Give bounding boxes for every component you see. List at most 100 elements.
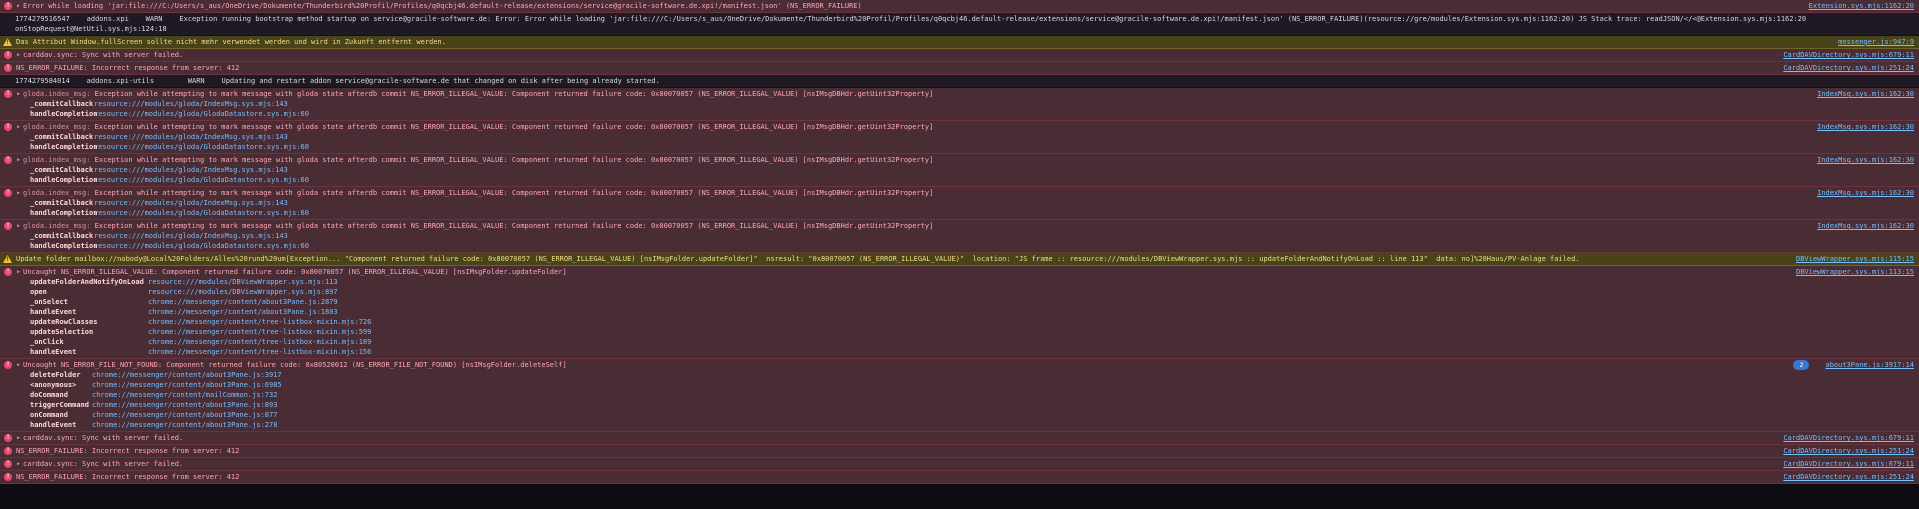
error-icon	[4, 473, 12, 481]
console-row-error[interactable]: gloda.index_msg: Exception while attempt…	[0, 121, 1919, 154]
source-link[interactable]: IndexMsg.sys.mjs:162:30	[1817, 155, 1914, 165]
stack-function: handleCompletion	[30, 209, 98, 217]
source-link[interactable]: IndexMsg.sys.mjs:162:30	[1817, 89, 1914, 99]
stack-source-link[interactable]: resource:///modules/gloda/GlodaDatastore…	[94, 241, 309, 251]
stack-source-link[interactable]: resource:///modules/gloda/GlodaDatastore…	[94, 208, 309, 218]
expand-arrow-icon[interactable]	[17, 122, 20, 132]
stack-function: doCommand	[30, 391, 68, 399]
log-prefix: gloda.index_msg:	[23, 90, 95, 98]
error-console: Error while loading 'jar:file:///C:/User…	[0, 0, 1919, 490]
stack-source-link[interactable]: resource:///modules/gloda/IndexMsg.sys.m…	[94, 165, 288, 175]
error-icon	[4, 90, 12, 98]
stack-frame: updateFolderAndNotifyOnLoad resource:///…	[0, 277, 1914, 287]
console-row-error[interactable]: carddav.sync: Sync with server failed. C…	[0, 458, 1919, 471]
source-link[interactable]: CardDAVDirectory.sys.mjs:251:24	[1783, 63, 1914, 73]
source-link[interactable]: CardDAVDirectory.sys.mjs:679:11	[1783, 50, 1914, 60]
error-icon	[4, 189, 12, 197]
console-row-log[interactable]: 1774279516547 addons.xpi WARN Exception …	[0, 13, 1919, 36]
stack-function: triggerCommand	[30, 401, 90, 409]
console-row-error[interactable]: carddav.sync: Sync with server failed. C…	[0, 49, 1919, 62]
expand-arrow-icon[interactable]	[17, 155, 20, 165]
source-link[interactable]: DBViewWrapper.sys.mjs:115:15	[1796, 254, 1914, 264]
log-prefix: gloda.index_msg:	[23, 156, 95, 164]
stack-source-link[interactable]: resource:///modules/gloda/GlodaDatastore…	[94, 175, 309, 185]
console-row-warning[interactable]: Update folder mailbox://nobody@Local%20F…	[0, 253, 1919, 266]
error-icon	[4, 460, 12, 468]
log-message: 1774279584014 addons.xpi-utils WARN Upda…	[15, 77, 660, 85]
expand-arrow-icon[interactable]	[17, 50, 20, 60]
source-link[interactable]: IndexMsg.sys.mjs:162:30	[1817, 221, 1914, 231]
stack-source-link[interactable]: resource:///modules/gloda/IndexMsg.sys.m…	[94, 231, 288, 241]
source-link[interactable]: about3Pane.js:3917:14	[1825, 360, 1914, 370]
console-row-error[interactable]: Error while loading 'jar:file:///C:/User…	[0, 0, 1919, 13]
stack-source-link[interactable]: resource:///modules/DBViewWrapper.sys.mj…	[148, 287, 338, 297]
stack-source-link[interactable]: chrome://messenger/content/about3Pane.js…	[148, 307, 338, 317]
stack-source-link[interactable]: chrome://messenger/content/tree-listbox-…	[148, 347, 371, 357]
console-row-error[interactable]: carddav.sync: Sync with server failed. C…	[0, 432, 1919, 445]
error-message: Exception while attempting to mark messa…	[94, 222, 934, 230]
stack-frame: handleCompletion resource:///modules/glo…	[0, 175, 1914, 185]
console-row-error[interactable]: gloda.index_msg: Exception while attempt…	[0, 220, 1919, 253]
source-link[interactable]: Extension.sys.mjs:1162:20	[1809, 1, 1914, 11]
stack-frame: doCommand chrome://messenger/content/mai…	[0, 390, 1914, 400]
stack-source-link[interactable]: resource:///modules/gloda/IndexMsg.sys.m…	[94, 132, 288, 142]
stack-source-link[interactable]: chrome://messenger/content/about3Pane.js…	[92, 370, 282, 380]
error-message: Exception while attempting to mark messa…	[94, 189, 934, 197]
stack-function: updateFolderAndNotifyOnLoad	[30, 278, 144, 286]
stack-source-link[interactable]: chrome://messenger/content/tree-listbox-…	[148, 337, 371, 347]
expand-arrow-icon[interactable]	[17, 360, 20, 370]
console-row-error[interactable]: Uncaught NS_ERROR_ILLEGAL_VALUE: Compone…	[0, 266, 1919, 359]
source-link[interactable]: CardDAVDirectory.sys.mjs:251:24	[1783, 446, 1914, 456]
stack-function: _commitCallback	[30, 100, 94, 108]
console-row-error[interactable]: gloda.index_msg: Exception while attempt…	[0, 154, 1919, 187]
expand-arrow-icon[interactable]	[17, 267, 20, 277]
console-row-error[interactable]: Uncaught NS_ERROR_FILE_NOT_FOUND: Compon…	[0, 359, 1919, 432]
source-link[interactable]: IndexMsg.sys.mjs:162:30	[1817, 188, 1914, 198]
stack-frame: _commitCallback resource:///modules/glod…	[0, 231, 1914, 241]
source-link[interactable]: IndexMsg.sys.mjs:162:30	[1817, 122, 1914, 132]
expand-arrow-icon[interactable]	[17, 89, 20, 99]
source-link[interactable]: messenger.js:947:9	[1838, 37, 1914, 47]
console-row-warning[interactable]: Das Attribut Window.fullScreen sollte ni…	[0, 36, 1919, 49]
stack-source-link[interactable]: resource:///modules/gloda/GlodaDatastore…	[94, 109, 309, 119]
stack-function: open	[30, 288, 47, 296]
stack-frame: _commitCallback resource:///modules/glod…	[0, 198, 1914, 208]
expand-arrow-icon[interactable]	[17, 433, 20, 443]
error-message: NS_ERROR_FAILURE: Incorrect response fro…	[16, 447, 240, 455]
error-icon	[4, 447, 12, 455]
stack-source-link[interactable]: resource:///modules/gloda/GlodaDatastore…	[94, 142, 309, 152]
expand-arrow-icon[interactable]	[17, 459, 20, 469]
stack-source-link[interactable]: resource:///modules/gloda/IndexMsg.sys.m…	[94, 198, 288, 208]
stack-source-link[interactable]: chrome://messenger/content/about3Pane.js…	[92, 380, 282, 390]
console-row-log[interactable]: 1774279584014 addons.xpi-utils WARN Upda…	[0, 75, 1919, 88]
stack-source-link[interactable]: chrome://messenger/content/mailCommon.js…	[92, 390, 277, 400]
console-row-error[interactable]: NS_ERROR_FAILURE: Incorrect response fro…	[0, 62, 1919, 75]
stack-source-link[interactable]: chrome://messenger/content/tree-listbox-…	[148, 327, 371, 337]
stack-source-link[interactable]: chrome://messenger/content/about3Pane.js…	[92, 410, 277, 420]
log-prefix: gloda.index_msg:	[23, 123, 95, 131]
repeat-count-badge: 2	[1793, 360, 1810, 370]
stack-source-link[interactable]: chrome://messenger/content/about3Pane.js…	[92, 400, 277, 410]
stack-function: _commitCallback	[30, 199, 94, 207]
stack-source-link[interactable]: chrome://messenger/content/tree-listbox-…	[148, 317, 371, 327]
stack-function: _onSelect	[30, 298, 68, 306]
source-link[interactable]: CardDAVDirectory.sys.mjs:679:11	[1783, 459, 1914, 469]
expand-arrow-icon[interactable]	[17, 221, 20, 231]
error-message: Exception while attempting to mark messa…	[94, 90, 934, 98]
console-row-error[interactable]: NS_ERROR_FAILURE: Incorrect response fro…	[0, 471, 1919, 484]
stack-frame: triggerCommand chrome://messenger/conten…	[0, 400, 1914, 410]
console-row-error[interactable]: gloda.index_msg: Exception while attempt…	[0, 187, 1919, 220]
stack-source-link[interactable]: chrome://messenger/content/about3Pane.js…	[92, 420, 277, 430]
stack-source-link[interactable]: chrome://messenger/content/about3Pane.js…	[148, 297, 338, 307]
stack-source-link[interactable]: resource:///modules/gloda/IndexMsg.sys.m…	[94, 99, 288, 109]
console-row-error[interactable]: NS_ERROR_FAILURE: Incorrect response fro…	[0, 445, 1919, 458]
stack-source-link[interactable]: resource:///modules/DBViewWrapper.sys.mj…	[148, 277, 338, 287]
source-link[interactable]: CardDAVDirectory.sys.mjs:679:11	[1783, 433, 1914, 443]
error-message: NS_ERROR_FAILURE: Incorrect response fro…	[16, 473, 240, 481]
source-link[interactable]: CardDAVDirectory.sys.mjs:251:24	[1783, 472, 1914, 482]
source-link[interactable]: DBViewWrapper.sys.mjs:113:15	[1796, 267, 1914, 277]
console-row-error[interactable]: gloda.index_msg: Exception while attempt…	[0, 88, 1919, 121]
error-message: carddav.sync: Sync with server failed.	[23, 434, 184, 442]
expand-arrow-icon[interactable]	[17, 188, 20, 198]
expand-arrow-icon[interactable]	[17, 1, 20, 11]
